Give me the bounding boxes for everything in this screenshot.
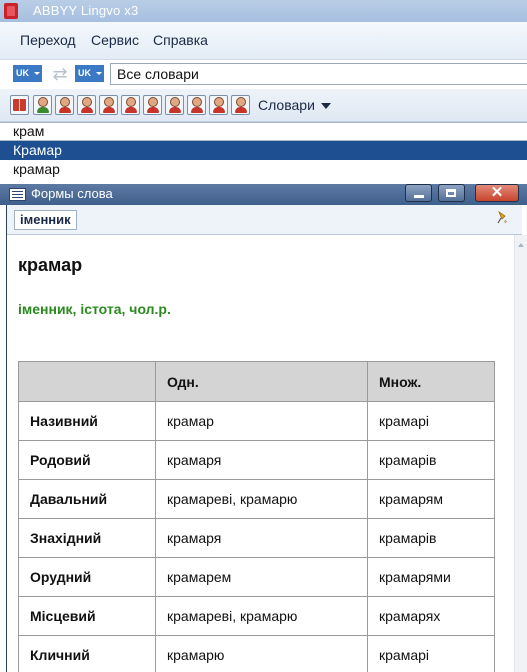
table-icon bbox=[9, 188, 26, 201]
dictionary-icon[interactable] bbox=[209, 95, 228, 115]
chevron-down-icon[interactable] bbox=[321, 103, 331, 109]
singular-form: крамарем bbox=[155, 557, 368, 597]
search-input[interactable]: крам bbox=[0, 122, 527, 141]
singular-form: крамаря bbox=[155, 440, 368, 480]
plural-form: крамарі bbox=[367, 635, 495, 672]
word-forms-content: крамар іменник, істота, чол.р. Одн. Множ… bbox=[7, 235, 509, 672]
source-language-button[interactable]: UK bbox=[13, 65, 42, 82]
case-name: Знахідний bbox=[18, 518, 156, 558]
grammar-info: іменник, істота, чол.р. bbox=[18, 301, 171, 317]
source-language-label: UK bbox=[16, 68, 29, 78]
column-header-plural: Множ. bbox=[367, 361, 495, 402]
plural-form: крамарям bbox=[367, 479, 495, 519]
menu-item-perehod[interactable]: Переход bbox=[20, 32, 76, 48]
close-button[interactable]: ✕ bbox=[475, 184, 519, 202]
word-list: Крамар крамар bbox=[0, 141, 527, 185]
plural-form: крамарях bbox=[367, 596, 495, 636]
maximize-icon bbox=[446, 189, 456, 197]
case-name: Давальний bbox=[18, 479, 156, 519]
word-forms-title: Формы слова bbox=[31, 186, 113, 201]
declension-table: Одн. Множ. Називний крамар крамарі Родов… bbox=[18, 361, 495, 672]
case-name: Кличний bbox=[18, 635, 156, 672]
plural-form: крамарі bbox=[367, 401, 495, 441]
target-language-label: UK bbox=[78, 68, 91, 78]
table-row: Орудний крамарем крамарями bbox=[18, 557, 495, 597]
table-row: Знахідний крамаря крамарів bbox=[18, 518, 495, 558]
column-header-singular: Одн. bbox=[155, 361, 368, 402]
dictionaries-menu-button[interactable]: Словари bbox=[258, 97, 315, 113]
plural-form: крамарями bbox=[367, 557, 495, 597]
vertical-scrollbar[interactable] bbox=[514, 235, 527, 672]
list-item[interactable]: Крамар bbox=[0, 141, 527, 160]
dictionary-icon[interactable] bbox=[165, 95, 184, 115]
table-row: Давальний крамареві, крамарю крамарям bbox=[18, 479, 495, 519]
dictionary-select[interactable]: Все словари bbox=[110, 63, 527, 85]
plural-form: крамарів bbox=[367, 518, 495, 558]
singular-form: крамар bbox=[155, 401, 368, 441]
table-header-row: Одн. Множ. bbox=[18, 361, 495, 402]
dictionary-icon[interactable] bbox=[99, 95, 118, 115]
word-forms-window: Формы слова ✕ іменник крамар іменник, іс… bbox=[0, 184, 527, 672]
case-name: Родовий bbox=[18, 440, 156, 480]
book-icon[interactable] bbox=[10, 95, 29, 115]
dictionary-icon[interactable] bbox=[77, 95, 96, 115]
table-row: Місцевий крамареві, крамарю крамарях bbox=[18, 596, 495, 636]
app-titlebar[interactable]: ABBYY Lingvo x3 bbox=[0, 0, 527, 22]
singular-form: крамареві, крамарю bbox=[155, 479, 368, 519]
word-forms-titlebar[interactable]: Формы слова ✕ bbox=[0, 184, 527, 205]
list-item[interactable]: крамар bbox=[0, 160, 527, 179]
target-language-button[interactable]: UK bbox=[75, 65, 104, 82]
tab-noun[interactable]: іменник bbox=[14, 210, 77, 230]
singular-form: крамарю bbox=[155, 635, 368, 672]
word-forms-body: іменник крамар іменник, істота, чол.р. О… bbox=[6, 205, 527, 672]
case-name: Називний bbox=[18, 401, 156, 441]
dictionary-icon[interactable] bbox=[55, 95, 74, 115]
swap-languages-icon[interactable]: ⇄ bbox=[50, 64, 70, 84]
chevron-down-icon bbox=[96, 72, 102, 75]
singular-form: крамареві, крамарю bbox=[155, 596, 368, 636]
plural-form: крамарів bbox=[367, 440, 495, 480]
singular-form: крамаря bbox=[155, 518, 368, 558]
dictionaries-toolbar: Словари bbox=[0, 89, 527, 122]
language-toolbar: UK ⇄ UK Все словари bbox=[0, 60, 527, 89]
minimize-icon bbox=[414, 195, 424, 198]
dictionary-icon[interactable] bbox=[143, 95, 162, 115]
pos-tab-bar: іменник bbox=[7, 205, 522, 235]
minimize-button[interactable] bbox=[405, 184, 432, 202]
case-name: Орудний bbox=[18, 557, 156, 597]
dictionary-icon[interactable] bbox=[231, 95, 250, 115]
case-name: Місцевий bbox=[18, 596, 156, 636]
menu-item-servis[interactable]: Сервис bbox=[91, 32, 139, 48]
chevron-down-icon bbox=[34, 72, 40, 75]
maximize-button[interactable] bbox=[438, 184, 465, 202]
scroll-up-arrow-icon[interactable] bbox=[518, 243, 524, 247]
dictionary-icon[interactable] bbox=[121, 95, 140, 115]
menu-bar: Переход Сервис Справка bbox=[0, 22, 527, 60]
user-dictionary-icon[interactable] bbox=[33, 95, 52, 115]
word-heading: крамар bbox=[18, 255, 83, 275]
dictionary-icon[interactable] bbox=[187, 95, 206, 115]
table-row: Родовий крамаря крамарів bbox=[18, 440, 495, 480]
table-row: Кличний крамарю крамарі bbox=[18, 635, 495, 672]
app-title: ABBYY Lingvo x3 bbox=[33, 3, 139, 18]
menu-item-spravka[interactable]: Справка bbox=[153, 32, 208, 48]
column-header bbox=[18, 361, 156, 402]
close-icon: ✕ bbox=[490, 184, 504, 201]
table-row: Називний крамар крамарі bbox=[18, 401, 495, 441]
lingvo-app-icon bbox=[4, 3, 18, 19]
pin-icon[interactable] bbox=[496, 211, 508, 225]
